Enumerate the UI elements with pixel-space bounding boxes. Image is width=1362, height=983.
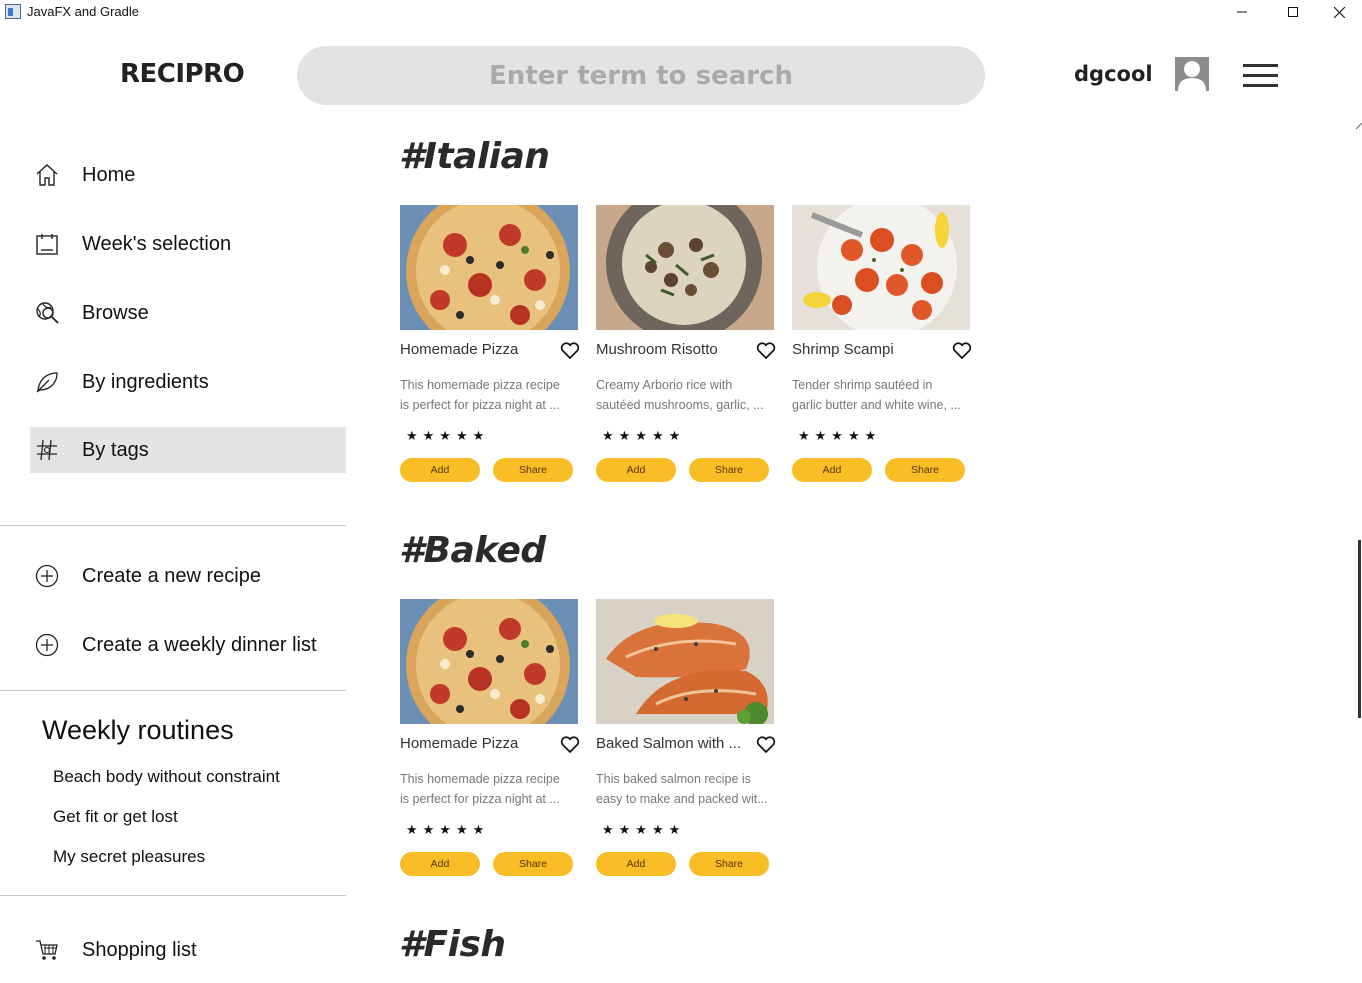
avatar[interactable] bbox=[1175, 57, 1209, 91]
recipe-title: Homemade Pizza bbox=[400, 735, 519, 752]
sidebar-item-home[interactable]: Home bbox=[30, 152, 346, 198]
calendar-icon bbox=[36, 234, 58, 255]
recipe-title: Homemade Pizza bbox=[400, 341, 519, 358]
search-input[interactable] bbox=[297, 46, 985, 105]
rating-stars[interactable]: ★★★★★ bbox=[406, 429, 489, 444]
cart-icon bbox=[36, 940, 58, 960]
pizza-image[interactable] bbox=[400, 205, 578, 330]
add-button[interactable]: Add bbox=[596, 458, 676, 482]
risotto-image[interactable] bbox=[596, 205, 774, 330]
salmon-image[interactable] bbox=[596, 599, 774, 724]
sidebar-item-by-tags[interactable]: By tags bbox=[30, 427, 346, 473]
sidebar-divider bbox=[0, 690, 346, 691]
plus-circle-icon bbox=[35, 633, 59, 657]
share-button[interactable]: Share bbox=[493, 458, 573, 482]
close-icon bbox=[1333, 6, 1345, 18]
share-button[interactable]: Share bbox=[885, 458, 965, 482]
recipe-description: This homemade pizza recipe is perfect for… bbox=[400, 772, 560, 806]
add-button[interactable]: Add bbox=[400, 852, 480, 876]
rating-stars[interactable]: ★★★★★ bbox=[406, 823, 489, 838]
routine-item[interactable]: My secret pleasures bbox=[53, 847, 205, 867]
recipe-description: Tender shrimp sautéed in garlic butter an… bbox=[792, 378, 961, 412]
sidebar-item-label: By ingredients bbox=[82, 370, 209, 393]
minimize-button[interactable] bbox=[1219, 0, 1265, 24]
hamburger-menu-icon[interactable] bbox=[1243, 64, 1278, 88]
scroll-up-arrow-icon[interactable] bbox=[1356, 120, 1362, 130]
heart-icon[interactable] bbox=[756, 342, 776, 360]
window-title: JavaFX and Gradle bbox=[27, 4, 140, 19]
add-button[interactable]: Add bbox=[596, 852, 676, 876]
sidebar-divider bbox=[0, 895, 346, 896]
share-button[interactable]: Share bbox=[493, 852, 573, 876]
rating-stars[interactable]: ★★★★★ bbox=[602, 823, 685, 838]
weekly-routines-heading: Weekly routines bbox=[42, 715, 234, 745]
recipe-description: Creamy Arborio rice with sautéed mushroom… bbox=[596, 378, 764, 412]
sidebar-item-label: Browse bbox=[82, 301, 149, 324]
share-button[interactable]: Share bbox=[689, 458, 769, 482]
sidebar-item-label: Shopping list bbox=[82, 938, 197, 961]
window-titlebar: JavaFX and Gradle bbox=[0, 0, 1362, 24]
java-app-icon bbox=[5, 4, 21, 19]
recipe-title: Shrimp Scampi bbox=[792, 341, 894, 358]
tag-heading-fish: #Fish bbox=[399, 924, 506, 965]
app-logo[interactable]: RECIPRO bbox=[120, 59, 245, 89]
rating-stars[interactable]: ★★★★★ bbox=[798, 429, 881, 444]
add-button[interactable]: Add bbox=[400, 458, 480, 482]
plus-circle-icon bbox=[35, 564, 59, 588]
tag-heading-baked: #Baked bbox=[399, 530, 546, 571]
browse-icon bbox=[36, 302, 59, 324]
recipe-card[interactable]: Homemade Pizza This homemade pizza recip… bbox=[400, 205, 580, 495]
sidebar-item-weeks-selection[interactable]: Week's selection bbox=[30, 221, 346, 267]
leaf-icon bbox=[36, 372, 58, 393]
sidebar-item-browse[interactable]: Browse bbox=[30, 290, 346, 336]
home-icon bbox=[36, 164, 58, 186]
sidebar-item-label: By tags bbox=[82, 438, 149, 461]
maximize-button[interactable] bbox=[1270, 0, 1316, 24]
close-window-button[interactable] bbox=[1316, 0, 1362, 24]
create-weekly-list-label: Create a weekly dinner list bbox=[82, 633, 317, 656]
routine-item[interactable]: Beach body without constraint bbox=[53, 767, 280, 787]
username[interactable]: dgcool bbox=[1074, 62, 1153, 86]
sidebar-divider bbox=[0, 525, 346, 526]
recipe-description: This homemade pizza recipe is perfect for… bbox=[400, 378, 560, 412]
heart-icon[interactable] bbox=[756, 736, 776, 754]
recipe-title: Baked Salmon with ... bbox=[596, 735, 742, 752]
scrollbar-thumb[interactable] bbox=[1358, 540, 1361, 718]
recipe-description: This baked salmon recipe is easy to make … bbox=[596, 772, 768, 806]
create-recipe-label: Create a new recipe bbox=[82, 564, 261, 587]
routine-item[interactable]: Get fit or get lost bbox=[53, 807, 178, 827]
tag-heading-italian: #Italian bbox=[399, 136, 550, 177]
create-recipe-button[interactable]: Create a new recipe bbox=[30, 553, 346, 599]
recipe-card[interactable]: Baked Salmon with ... This baked salmon … bbox=[596, 599, 776, 889]
recipe-card[interactable]: Homemade Pizza This homemade pizza recip… bbox=[400, 599, 580, 889]
minimize-icon bbox=[1237, 11, 1247, 13]
recipe-card[interactable]: Shrimp Scampi Tender shrimp sautéed in ga… bbox=[792, 205, 972, 495]
maximize-icon bbox=[1288, 7, 1298, 17]
sidebar-item-shopping-list[interactable]: Shopping list bbox=[30, 927, 346, 973]
add-button[interactable]: Add bbox=[792, 458, 872, 482]
heart-icon[interactable] bbox=[560, 736, 580, 754]
share-button[interactable]: Share bbox=[689, 852, 769, 876]
user-avatar-icon bbox=[1178, 61, 1206, 91]
pizza-image[interactable] bbox=[400, 599, 578, 724]
recipe-card[interactable]: Mushroom Risotto Creamy Arborio rice wit… bbox=[596, 205, 776, 495]
recipe-title: Mushroom Risotto bbox=[596, 341, 718, 358]
sidebar-item-label: Week's selection bbox=[82, 232, 232, 255]
heart-icon[interactable] bbox=[560, 342, 580, 360]
create-weekly-dinner-list-button[interactable]: Create a weekly dinner list bbox=[30, 622, 346, 668]
hashtag-icon bbox=[37, 439, 57, 461]
heart-icon[interactable] bbox=[952, 342, 972, 360]
rating-stars[interactable]: ★★★★★ bbox=[602, 429, 685, 444]
sidebar-item-by-ingredients[interactable]: By ingredients bbox=[30, 359, 346, 405]
shrimp-image[interactable] bbox=[792, 205, 970, 330]
sidebar-item-label: Home bbox=[82, 163, 136, 186]
